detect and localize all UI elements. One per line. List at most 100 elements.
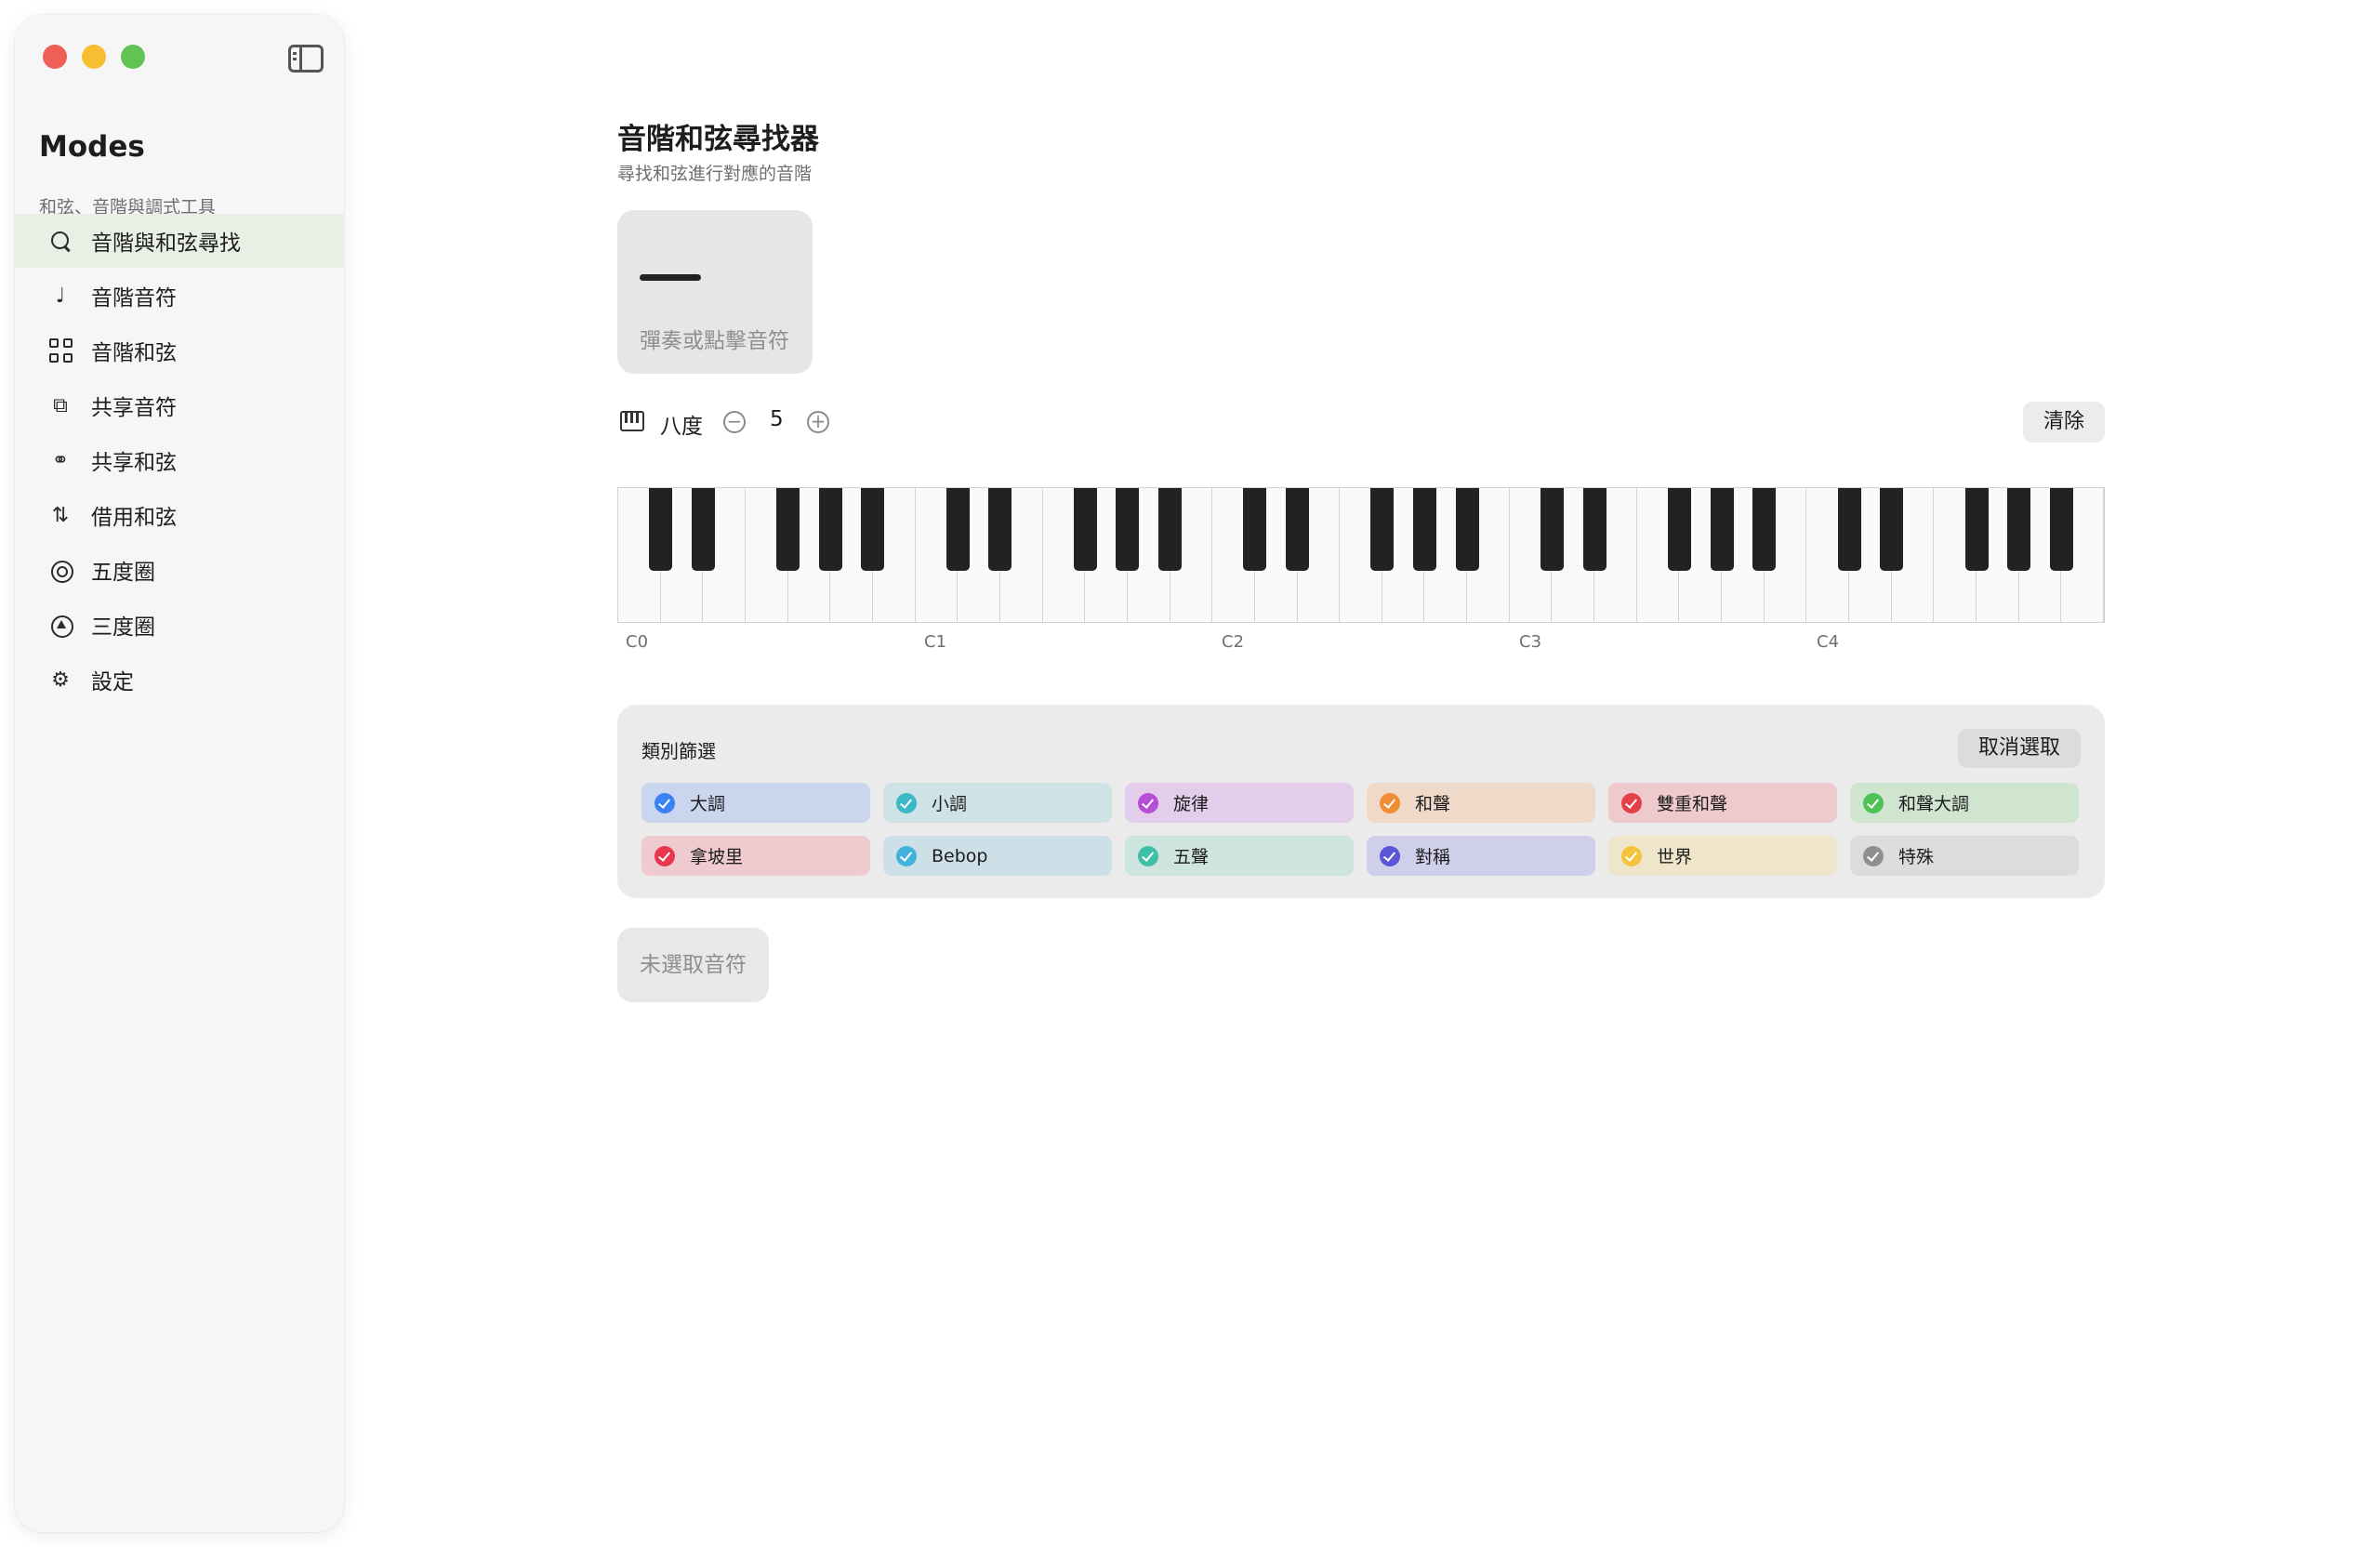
black-key[interactable] (1667, 488, 1691, 571)
category-chip-label: 雙重和聲 (1657, 794, 1728, 814)
checkmark-icon (1380, 792, 1400, 813)
black-key[interactable] (988, 488, 1012, 571)
category-chip[interactable]: 大調 (641, 783, 870, 823)
octave-label-c1: C1 (924, 632, 947, 652)
checkmark-icon (654, 845, 675, 866)
black-key[interactable] (1073, 488, 1097, 571)
black-key[interactable] (1582, 488, 1606, 571)
checkmark-icon (1380, 845, 1400, 866)
sidebar-item-label: 三度圈 (91, 615, 155, 640)
filter-title: 類別篩選 (641, 740, 716, 762)
black-key[interactable] (1243, 488, 1267, 571)
clear-button[interactable]: 清除 (2022, 402, 2105, 443)
sidebar-item-label: 借用和弦 (91, 506, 177, 530)
octave-label: 八度 (660, 415, 703, 439)
black-key[interactable] (1286, 488, 1309, 571)
category-chip[interactable]: 雙重和聲 (1608, 783, 1837, 823)
sidebar-item-label: 共享和弦 (91, 451, 177, 475)
octave-increase-button[interactable]: + (807, 411, 829, 433)
minimize-window-button[interactable] (82, 45, 106, 69)
category-chip[interactable]: 拿坡里 (641, 836, 870, 876)
black-key[interactable] (2007, 488, 2031, 571)
checkmark-icon (1138, 792, 1158, 813)
category-chip[interactable]: 旋律 (1125, 783, 1354, 823)
black-key[interactable] (1752, 488, 1777, 571)
sidebar-item-settings[interactable]: ⚙ 設定 (15, 653, 344, 707)
deselect-all-button[interactable]: 取消選取 (1957, 729, 2081, 768)
sidebar-item-label: 五度圈 (91, 561, 155, 585)
category-chip[interactable]: 世界 (1608, 836, 1837, 876)
sidebar-item-borrowed-chords[interactable]: ⇅ 借用和弦 (15, 488, 344, 542)
category-chip-label: 特殊 (1898, 847, 1935, 867)
black-key[interactable] (1880, 488, 1904, 571)
sidebar-item-label: 共享音符 (91, 396, 177, 420)
page-title: 音階和弦尋找器 (617, 123, 819, 156)
sidebar-item-label: 音階和弦 (91, 341, 177, 365)
note-display-hint: 彈奏或點擊音符 (640, 329, 789, 353)
sidebar-item-scale-chords[interactable]: 音階和弦 (15, 324, 344, 377)
black-key[interactable] (1540, 488, 1564, 571)
sidebar-item-label: 音階音符 (91, 286, 177, 311)
sidebar-item-circle-of-fifths[interactable]: 五度圈 (15, 543, 344, 597)
black-key[interactable] (1710, 488, 1734, 571)
black-key[interactable] (861, 488, 885, 571)
sidebar-item-shared-notes[interactable]: ⧉ 共享音符 (15, 378, 344, 432)
checkmark-icon (1138, 845, 1158, 866)
category-chip-label: 和聲 (1415, 794, 1451, 814)
black-key[interactable] (818, 488, 842, 571)
octave-label-c3: C3 (1519, 632, 1542, 652)
category-chip-label: 大調 (690, 794, 726, 814)
black-key[interactable] (945, 488, 970, 571)
checkmark-icon (1621, 792, 1642, 813)
category-chip[interactable]: 和聲大調 (1850, 783, 2079, 823)
category-chip[interactable]: 五聲 (1125, 836, 1354, 876)
black-key[interactable] (1158, 488, 1183, 571)
category-chip-label: 對稱 (1415, 847, 1451, 867)
zoom-window-button[interactable] (121, 45, 145, 69)
app-window: Modes 和弦、音階與調式工具 音階與和弦尋找 ♩ 音階音符 音階和弦 ⧉ 共… (0, 0, 2380, 1547)
black-key[interactable] (2049, 488, 2073, 571)
black-key[interactable] (1370, 488, 1395, 571)
sidebar-title: Modes (39, 130, 145, 164)
black-key[interactable] (691, 488, 715, 571)
borrow-arrows-icon: ⇅ (51, 503, 70, 527)
black-key[interactable] (649, 488, 673, 571)
octave-decrease-button[interactable]: − (723, 411, 746, 433)
sidebar-item-finder[interactable]: 音階與和弦尋找 (15, 214, 344, 268)
sidebar-toggle-icon[interactable] (288, 45, 324, 73)
category-filter-panel: 類別篩選 取消選取 大調 小調 旋律 和聲 雙重和聲 和聲大調 拿坡里 Bebo… (617, 705, 2105, 898)
octave-label-c4: C4 (1817, 632, 1840, 652)
window-controls (43, 45, 145, 69)
black-key[interactable] (776, 488, 800, 571)
sidebar: Modes 和弦、音階與調式工具 音階與和弦尋找 ♩ 音階音符 音階和弦 ⧉ 共… (15, 15, 344, 1532)
sidebar-item-shared-chords[interactable]: ⚭ 共享和弦 (15, 433, 344, 487)
grid-icon (48, 338, 73, 363)
black-key[interactable] (1116, 488, 1140, 571)
gear-icon: ⚙ (51, 668, 70, 692)
category-chip[interactable]: 對稱 (1367, 836, 1595, 876)
checkmark-icon (1863, 792, 1884, 813)
category-chip-label: 旋律 (1173, 794, 1210, 814)
category-chip-label: 世界 (1657, 847, 1693, 867)
search-icon (48, 229, 73, 253)
category-chip[interactable]: 小調 (883, 783, 1112, 823)
category-chip-label: 和聲大調 (1898, 794, 1970, 814)
music-note-icon: ♩ (55, 284, 66, 308)
close-window-button[interactable] (43, 45, 67, 69)
sidebar-item-label: 音階與和弦尋找 (91, 231, 241, 256)
category-chip[interactable]: 和聲 (1367, 783, 1595, 823)
black-key[interactable] (1837, 488, 1861, 571)
category-chip[interactable]: 特殊 (1850, 836, 2079, 876)
checkmark-icon (1863, 845, 1884, 866)
category-chip-label: 拿坡里 (690, 847, 744, 867)
black-key[interactable] (1412, 488, 1436, 571)
sidebar-item-scale-notes[interactable]: ♩ 音階音符 (15, 269, 344, 323)
black-key[interactable] (1964, 488, 1989, 571)
circle-of-thirds-icon (48, 613, 73, 638)
sidebar-item-circle-of-thirds[interactable]: 三度圈 (15, 598, 344, 652)
black-key[interactable] (1455, 488, 1479, 571)
selected-notes-display: 彈奏或點擊音符 (617, 210, 813, 374)
no-notes-selected-message: 未選取音符 (617, 928, 769, 1002)
category-chip[interactable]: Bebop (883, 836, 1112, 876)
sidebar-nav: 音階與和弦尋找 ♩ 音階音符 音階和弦 ⧉ 共享音符 ⚭ 共享和弦 ⇅ 借用和弦 (15, 214, 344, 707)
